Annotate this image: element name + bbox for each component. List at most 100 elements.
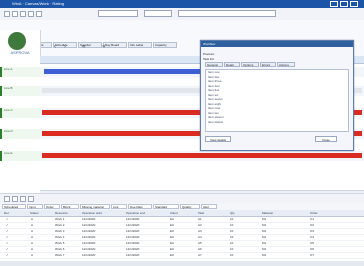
table-cell: 12/1/2020 bbox=[82, 223, 96, 227]
table-cell: ✓ bbox=[6, 229, 9, 233]
first-arrow-icon[interactable]: « bbox=[82, 44, 88, 50]
table-header: Del Status Resource Operation start Oper… bbox=[0, 210, 364, 217]
tab-info-label[interactable]: Info Label bbox=[128, 42, 152, 48]
grid-icon[interactable] bbox=[20, 196, 26, 202]
filter-quality[interactable]: Quality bbox=[180, 204, 200, 209]
filter-input[interactable]: Input bbox=[27, 204, 43, 209]
table-cell: M1 bbox=[262, 241, 267, 245]
table-cell: M1 bbox=[262, 253, 267, 257]
details-dialog: Workflow Process: Task list General Deta… bbox=[200, 40, 354, 151]
gantt-bar[interactable] bbox=[42, 153, 362, 158]
sort-icon[interactable] bbox=[12, 196, 18, 202]
filter-block[interactable]: Block bbox=[61, 204, 79, 209]
close-button[interactable] bbox=[350, 1, 358, 7]
table-cell: 12/1/2020 bbox=[82, 235, 96, 239]
table-cell: O7 bbox=[310, 253, 315, 257]
table-cell: 10 bbox=[230, 247, 234, 251]
filter-due-date[interactable]: Due Date bbox=[128, 204, 152, 209]
table-cell: EC bbox=[170, 223, 175, 227]
gantt-track bbox=[40, 151, 364, 161]
table-cell: O5 bbox=[310, 241, 315, 245]
logo-icon bbox=[8, 32, 26, 50]
maximize-button[interactable] bbox=[340, 1, 348, 7]
table-header-cell: Del bbox=[4, 211, 9, 215]
save-icon[interactable] bbox=[20, 11, 26, 17]
table-cell: A3 bbox=[198, 229, 202, 233]
minimize-button[interactable] bbox=[330, 1, 338, 7]
view-details-button[interactable]: View details bbox=[205, 136, 231, 142]
table-cell: 10 bbox=[230, 229, 234, 233]
table-header-cell: Resource bbox=[55, 211, 68, 215]
table-cell: 12/1/2020 bbox=[126, 223, 140, 227]
dialog-tab-actions[interactable]: Actions bbox=[277, 62, 295, 67]
message-list: Item one Item two Item three Item four I… bbox=[205, 69, 349, 132]
filter-order[interactable]: Order bbox=[44, 204, 60, 209]
undo-icon[interactable] bbox=[28, 11, 34, 17]
table-cell: Work 4 bbox=[55, 235, 65, 239]
table-cell: A bbox=[31, 247, 34, 251]
filter-alert[interactable]: Alert bbox=[201, 204, 217, 209]
table-cell: EC bbox=[170, 253, 175, 257]
table-cell: EC bbox=[170, 241, 175, 245]
table-cell: O3 bbox=[310, 229, 315, 233]
table-cell: ✓ bbox=[6, 223, 9, 227]
close-dialog-button[interactable]: Close bbox=[315, 136, 337, 142]
table-cell: A bbox=[31, 229, 34, 233]
logo-text: ASPROVA bbox=[10, 50, 30, 55]
title-bar: WinA · Canvas/Work · Rating bbox=[0, 0, 364, 8]
dialog-title: Workflow bbox=[201, 41, 353, 47]
dialog-tab-options[interactable]: Options bbox=[241, 62, 259, 67]
table-cell: ✓ bbox=[6, 253, 9, 257]
table-cell: Work 2 bbox=[55, 223, 65, 227]
resource-row: Line B bbox=[0, 86, 40, 96]
dialog-tab-detail[interactable]: Detail bbox=[224, 62, 240, 67]
table-cell: Work 3 bbox=[55, 229, 65, 233]
next-arrow-icon[interactable]: › bbox=[64, 44, 70, 50]
table-row[interactable]: ✓ A Work 7 12/1/2020 12/1/2020 EC A7 10 … bbox=[0, 253, 364, 260]
left-input[interactable] bbox=[98, 10, 138, 17]
filter-link[interactable]: Link bbox=[111, 204, 127, 209]
table-cell: ✓ bbox=[6, 217, 9, 221]
table-cell: ✓ bbox=[6, 235, 9, 239]
table-cell: 10 bbox=[230, 241, 234, 245]
right-input[interactable] bbox=[178, 10, 276, 17]
status-bar bbox=[0, 261, 364, 266]
table-cell: Work 5 bbox=[55, 241, 65, 245]
export-icon[interactable] bbox=[28, 196, 34, 202]
resource-row: Line C bbox=[0, 108, 40, 118]
dialog-tab-errors[interactable]: Errors bbox=[260, 62, 276, 67]
table-cell: EC bbox=[170, 235, 175, 239]
table-cell: O4 bbox=[310, 235, 315, 239]
small-input[interactable] bbox=[144, 10, 172, 17]
table-cell: M1 bbox=[262, 235, 267, 239]
table-header-cell: Qty bbox=[230, 211, 235, 215]
open-icon[interactable] bbox=[12, 11, 18, 17]
prev-arrow-icon[interactable]: ‹ bbox=[54, 44, 60, 50]
new-icon[interactable] bbox=[4, 11, 10, 17]
table-cell: A bbox=[31, 253, 34, 257]
table-cell: A5 bbox=[198, 241, 202, 245]
table-cell: 12/1/2020 bbox=[82, 253, 96, 257]
table-cell: 12/1/2020 bbox=[126, 247, 140, 251]
table-cell: A bbox=[31, 217, 34, 221]
filter-missing-material[interactable]: Missing material bbox=[80, 204, 110, 209]
table-cell: 10 bbox=[230, 253, 234, 257]
dialog-tab-general[interactable]: General bbox=[205, 62, 223, 67]
table-cell: 12/1/2020 bbox=[126, 241, 140, 245]
filter-bar: Scheduled Input Order Block Missing mate… bbox=[0, 203, 364, 210]
table-cell: M1 bbox=[262, 217, 267, 221]
last-arrow-icon[interactable]: » bbox=[102, 44, 108, 50]
tab-capacity[interactable]: Capacity bbox=[153, 42, 177, 48]
list-item[interactable]: Item twelve bbox=[206, 120, 348, 125]
table-cell: A1 bbox=[198, 217, 202, 221]
table-header-cell: Client bbox=[170, 211, 178, 215]
operations-table: Del Status Resource Operation start Oper… bbox=[0, 210, 364, 266]
table-header-cell: Operation end bbox=[126, 211, 146, 215]
redo-icon[interactable] bbox=[36, 11, 42, 17]
filter-icon[interactable] bbox=[4, 196, 10, 202]
table-header-cell: Material bbox=[262, 211, 273, 215]
filter-standard[interactable]: Standard bbox=[153, 204, 179, 209]
filter-scheduled[interactable]: Scheduled bbox=[2, 204, 26, 209]
table-header-cell: Operation start bbox=[82, 211, 102, 215]
table-cell: A7 bbox=[198, 253, 202, 257]
